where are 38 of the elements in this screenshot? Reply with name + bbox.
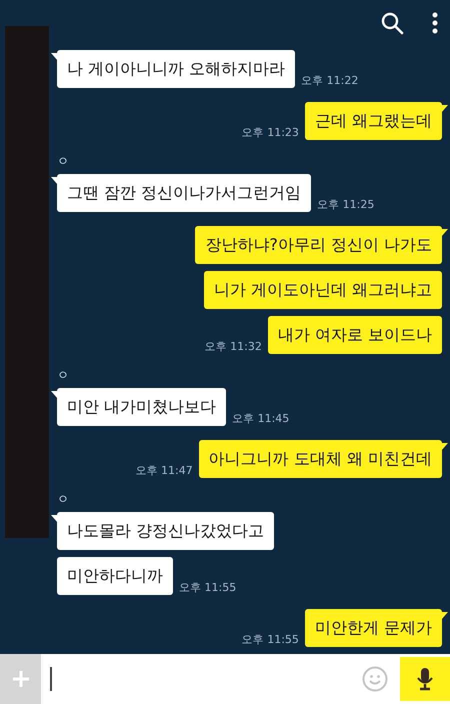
microphone-icon	[416, 667, 434, 691]
sender-name: ㅇ	[57, 492, 69, 506]
message-bubble: 나 게이아니니까 오해하지마라	[57, 50, 296, 88]
bubble-tail	[441, 443, 448, 451]
message-bubble: 미안하다니까	[57, 557, 173, 595]
sender-name: ㅇ	[57, 154, 69, 168]
message-bubble: 미안 내가미쳤나보다	[57, 388, 226, 426]
more-icon	[432, 12, 438, 34]
bubble-tail	[441, 105, 448, 113]
plus-icon	[12, 670, 30, 688]
bubble-tail	[441, 229, 448, 237]
smiley-icon	[362, 666, 388, 692]
message-bubble: 아니그니까 도대체 왜 미친건데	[198, 440, 442, 478]
voice-button[interactable]	[400, 657, 450, 701]
bubble-tail	[51, 391, 58, 399]
bubble-tail	[441, 612, 448, 620]
message-bubble: 그땐 잠깐 정신이나가서그런거임	[57, 174, 312, 212]
more-button[interactable]	[432, 12, 438, 34]
message-time: 오후 11:25	[317, 198, 374, 211]
message-time: 오후 11:23	[242, 126, 299, 139]
sender-name: ㅇ	[57, 368, 69, 382]
bubble-tail	[51, 53, 58, 61]
message-bubble: 내가 여자로 보이드나	[268, 316, 442, 354]
search-button[interactable]	[380, 11, 404, 35]
message-time: 오후 11:22	[301, 74, 358, 87]
message-bubble: 근데 왜그랬는데	[304, 102, 442, 140]
bubble-tail	[51, 177, 58, 185]
message-time: 오후 11:45	[232, 412, 290, 425]
message-bubble: 니가 게이도아닌데 왜그러냐고	[204, 271, 442, 309]
message-time: 오후 11:47	[136, 464, 193, 477]
message-bubble: 장난하냐?아무리 정신이 나가도	[195, 226, 442, 264]
message-bubble: 나도몰라 걍정신나갔었다고	[57, 512, 274, 550]
message-bubble: 미안한게 문제가	[304, 609, 442, 647]
message-time: 오후 11:32	[204, 340, 262, 353]
search-icon	[380, 11, 404, 35]
message-time: 오후 11:55	[242, 633, 299, 646]
bubble-tail	[51, 515, 58, 523]
message-time: 오후 11:55	[179, 581, 236, 594]
